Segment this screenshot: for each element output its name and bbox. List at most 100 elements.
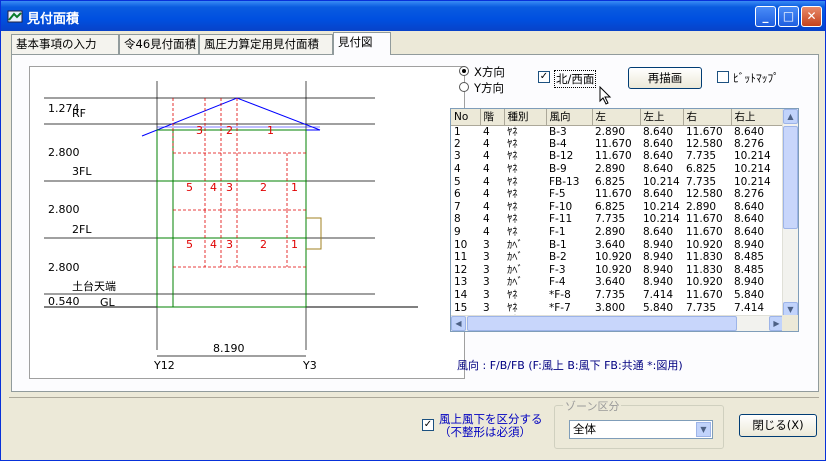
table-header-row: No 階 種別 風向 左 左上 右 右上 xyxy=(451,109,785,126)
bitmap-checkbox[interactable] xyxy=(717,71,729,83)
table-row[interactable]: 12 3 ｶﾍﾞ F-3 10.920 8.940 11.830 8.485 xyxy=(451,264,784,277)
tab-wind-pressure-area[interactable]: 風圧力算定用見付面積 xyxy=(199,34,333,54)
column-header[interactable]: 左 xyxy=(592,109,641,126)
data-grid[interactable]: No 階 種別 風向 左 左上 右 右上 1 4 ﾔﾈ B-3 2.890 8.640 11… xyxy=(450,108,799,332)
table-cell: ﾔﾈ xyxy=(507,188,518,201)
wind-direction-legend: 風向 : F/B/FB (F:風上 B:風下 FB:共通 *:図用) xyxy=(457,359,683,372)
scroll-left-arrow-icon[interactable]: ◀ xyxy=(451,316,466,331)
table-cell: 8.940 xyxy=(734,238,765,251)
table-cell: 2 xyxy=(454,137,461,150)
table-row[interactable]: 2 4 ﾔﾈ B-4 11.670 8.640 12.580 8.276 xyxy=(451,138,784,151)
table-row[interactable]: 13 3 ｶﾍﾞ F-4 3.640 8.940 10.920 8.940 xyxy=(451,276,784,289)
level-height-label: 2.800 xyxy=(48,203,80,216)
horizontal-scrollbar[interactable]: ◀ ▶ xyxy=(451,315,784,331)
table-cell: 7.735 xyxy=(595,289,626,302)
table-cell: ﾔﾈ xyxy=(507,125,518,138)
close-window-button[interactable]: ✕ xyxy=(801,6,822,27)
minimize-button[interactable]: _ xyxy=(755,6,776,27)
table-cell: ﾔﾈ xyxy=(507,213,518,226)
table-cell: 11.670 xyxy=(686,289,723,302)
roof-zone-label: 2 xyxy=(226,124,233,137)
north-west-checkbox[interactable]: ✓ xyxy=(538,71,550,83)
roof-zone-label: 1 xyxy=(267,124,274,137)
table-cell: 8.640 xyxy=(734,200,765,213)
table-row[interactable]: 1 4 ﾔﾈ B-3 2.890 8.640 11.670 8.640 xyxy=(451,125,784,138)
table-cell: 8.640 xyxy=(643,188,674,201)
maximize-button[interactable]: □ xyxy=(778,6,799,27)
table-row[interactable]: 4 4 ﾔﾈ B-9 2.890 8.640 6.825 10.214 xyxy=(451,163,784,176)
table-cell: *F-7 xyxy=(549,301,571,314)
table-cell: 3 xyxy=(483,301,490,314)
table-cell: 13 xyxy=(454,276,468,289)
tab-elevation-diagram[interactable]: 見付図 xyxy=(333,32,391,55)
column-header[interactable]: 右 xyxy=(683,109,732,126)
table-cell: 14 xyxy=(454,289,468,302)
axis-label-left: Y12 xyxy=(153,359,175,372)
north-west-label[interactable]: 北/西面 xyxy=(554,70,597,88)
table-row[interactable]: 15 3 ﾔﾈ *F-7 3.800 5.840 7.735 7.414 xyxy=(451,301,784,314)
table-cell: 8.485 xyxy=(734,263,765,276)
table-row[interactable]: 5 4 ﾔﾈ FB-13 6.825 10.214 7.735 10.214 xyxy=(451,175,784,188)
table-cell: 8.940 xyxy=(643,276,674,289)
table-cell: 12.580 xyxy=(686,188,723,201)
level-name-label: GL xyxy=(100,296,116,309)
table-cell: 4 xyxy=(483,188,490,201)
tab-label: 令46見付面積 xyxy=(124,37,197,51)
table-cell: 8.640 xyxy=(643,125,674,138)
zone-label: 4 xyxy=(210,181,217,194)
table-row[interactable]: 8 4 ﾔﾈ F-11 7.735 10.214 11.670 8.640 xyxy=(451,213,784,226)
table-cell: 8.640 xyxy=(643,150,674,163)
column-header[interactable]: 種別 xyxy=(504,109,547,126)
chevron-down-icon[interactable]: ▼ xyxy=(696,422,711,437)
table-row[interactable]: 11 3 ｶﾍﾞ B-2 10.920 8.940 11.830 8.485 xyxy=(451,251,784,264)
vertical-scrollbar[interactable]: ▲ ▼ xyxy=(782,109,798,317)
radio-x-direction[interactable] xyxy=(459,66,469,76)
building-outline xyxy=(156,129,307,308)
table-cell: ｶﾍﾞ xyxy=(507,263,523,276)
level-name-label: 土台天端 xyxy=(72,279,116,293)
table-cell: 3 xyxy=(483,289,490,302)
table-row[interactable]: 7 4 ﾔﾈ F-10 6.825 10.214 2.890 8.640 xyxy=(451,201,784,214)
column-header[interactable]: 階 xyxy=(480,109,505,126)
level-height-label: 2.800 xyxy=(48,261,80,274)
table-cell: ﾔﾈ xyxy=(507,150,518,163)
table-row[interactable]: 6 4 ﾔﾈ F-5 11.670 8.640 12.580 8.276 xyxy=(451,188,784,201)
table-cell: 6.825 xyxy=(686,163,717,176)
table-cell: 10.214 xyxy=(643,213,680,226)
column-header[interactable]: No xyxy=(451,109,481,126)
table-cell: 4 xyxy=(454,163,461,176)
column-header[interactable]: 風向 xyxy=(546,109,593,126)
zone-label: 4 xyxy=(210,238,217,251)
zone-select[interactable]: 全体 ▼ xyxy=(569,420,713,439)
table-row[interactable]: 10 3 ｶﾍﾞ B-1 3.640 8.940 10.920 8.940 xyxy=(451,238,784,251)
horizontal-scroll-thumb[interactable] xyxy=(467,316,737,331)
zone-label: 5 xyxy=(186,238,193,251)
table-cell: 5.840 xyxy=(643,301,674,314)
table-row[interactable]: 3 4 ﾔﾈ B-12 11.670 8.640 7.735 10.214 xyxy=(451,150,784,163)
table-row[interactable]: 9 4 ﾔﾈ F-1 2.890 8.640 11.670 8.640 xyxy=(451,226,784,239)
table-row[interactable]: 14 3 ﾔﾈ *F-8 7.735 7.414 11.670 5.840 xyxy=(451,289,784,302)
column-header[interactable]: 右上 xyxy=(731,109,785,126)
column-header[interactable]: 左上 xyxy=(640,109,684,126)
table-cell: 11.830 xyxy=(686,251,723,264)
table-cell: 3 xyxy=(483,263,490,276)
window-title: 見付面積 xyxy=(27,12,80,27)
radio-y-direction[interactable] xyxy=(459,82,469,92)
tab-art46-area[interactable]: 令46見付面積 xyxy=(119,34,199,54)
tab-basic-input[interactable]: 基本事項の入力 xyxy=(11,34,119,54)
vertical-scroll-thumb[interactable] xyxy=(783,126,798,229)
close-button[interactable]: 閉じる(X) xyxy=(739,414,817,437)
table-cell: F-1 xyxy=(549,226,566,239)
table-cell: 3 xyxy=(483,276,490,289)
scroll-up-arrow-icon[interactable]: ▲ xyxy=(783,109,798,124)
table-cell: B-4 xyxy=(549,137,567,150)
separate-windward-checkbox[interactable]: ✓ xyxy=(422,419,434,431)
table-cell: FB-13 xyxy=(549,175,580,188)
redraw-button[interactable]: 再描画 xyxy=(628,67,702,89)
level-name-label: 3FL xyxy=(72,165,92,178)
width-dimension-label: 8.190 xyxy=(213,342,245,355)
zone-group: ゾーン区分 全体 ▼ xyxy=(554,398,724,449)
table-cell: 2.890 xyxy=(595,226,626,239)
table-cell: F-3 xyxy=(549,263,566,276)
table-cell: 10.214 xyxy=(643,175,680,188)
